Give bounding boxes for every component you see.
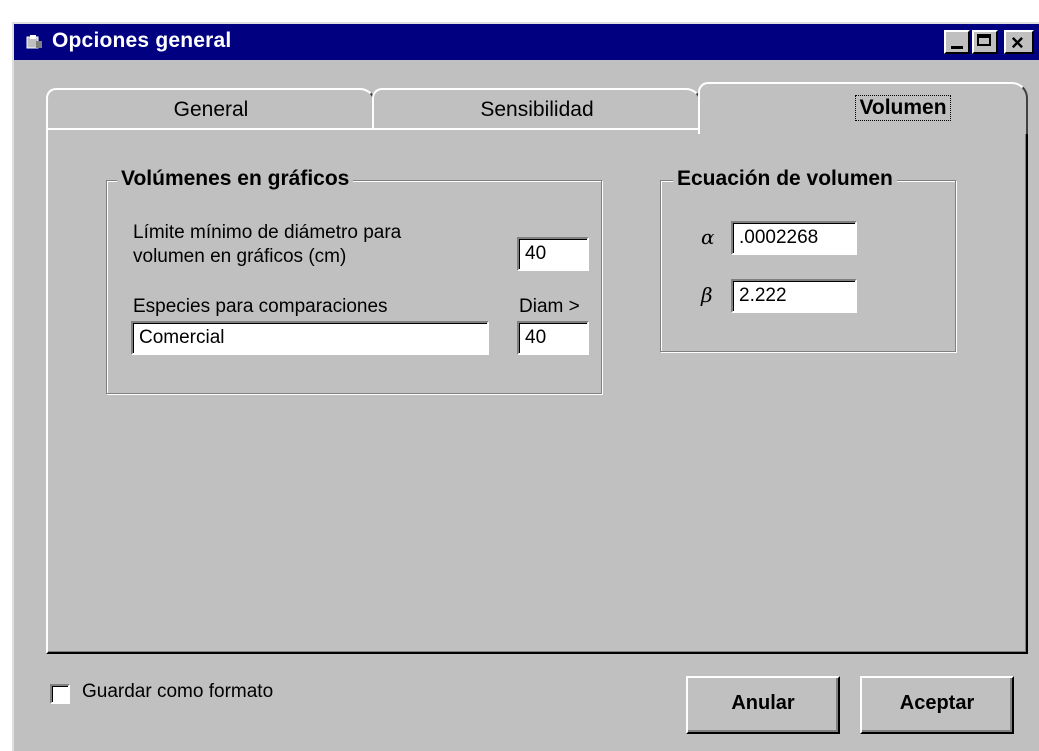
beta-symbol: β <box>701 283 713 307</box>
min-diam-label-line1: Límite mínimo de diámetro para <box>133 222 402 243</box>
close-icon[interactable]: × <box>1004 30 1034 55</box>
guardar-checkbox[interactable] <box>50 684 70 704</box>
volumenes-group-title: Volúmenes en gráficos <box>117 167 354 191</box>
tab-volumen-label: Volumen <box>855 95 951 121</box>
especies-label: Especies para comparaciones <box>133 296 388 317</box>
accept-button[interactable]: Aceptar <box>860 676 1014 734</box>
min-diam-label-line2: volumen en gráficos (cm) <box>133 246 347 267</box>
tab-sensibilidad-label: Sensibilidad <box>480 98 594 121</box>
volumenes-group: Volúmenes en gráficos Límite mínimo de d… <box>106 167 602 394</box>
minimize-icon[interactable] <box>944 30 970 54</box>
options-dialog: Opciones general × General Sensibilidad … <box>12 22 1039 751</box>
ecuacion-group: Ecuación de volumen α .0002268 β 2.222 <box>660 167 956 352</box>
app-icon <box>26 35 42 49</box>
diam-input[interactable]: 40 <box>517 321 589 355</box>
tab-sensibilidad[interactable]: Sensibilidad <box>372 88 702 130</box>
alpha-input[interactable]: .0002268 <box>731 221 857 255</box>
beta-input[interactable]: 2.222 <box>731 279 857 313</box>
min-diam-input[interactable]: 40 <box>517 237 589 271</box>
tab-page-volumen: Volúmenes en gráficos Límite mínimo de d… <box>46 128 1028 654</box>
diam-label: Diam > <box>519 296 580 317</box>
tab-general[interactable]: General <box>46 88 376 130</box>
ecuacion-group-title: Ecuación de volumen <box>673 167 897 191</box>
guardar-checkbox-label[interactable]: Guardar como formato <box>82 681 273 703</box>
alpha-symbol: α <box>701 225 715 249</box>
tab-general-label: General <box>173 98 249 121</box>
title-bar[interactable]: Opciones general × <box>14 24 1039 60</box>
cancel-button[interactable]: Anular <box>686 676 840 734</box>
tab-volumen[interactable]: Volumen <box>698 82 1028 134</box>
window-title: Opciones general <box>52 29 232 52</box>
maximize-icon[interactable] <box>972 30 998 54</box>
especies-input[interactable]: Comercial <box>131 321 489 355</box>
